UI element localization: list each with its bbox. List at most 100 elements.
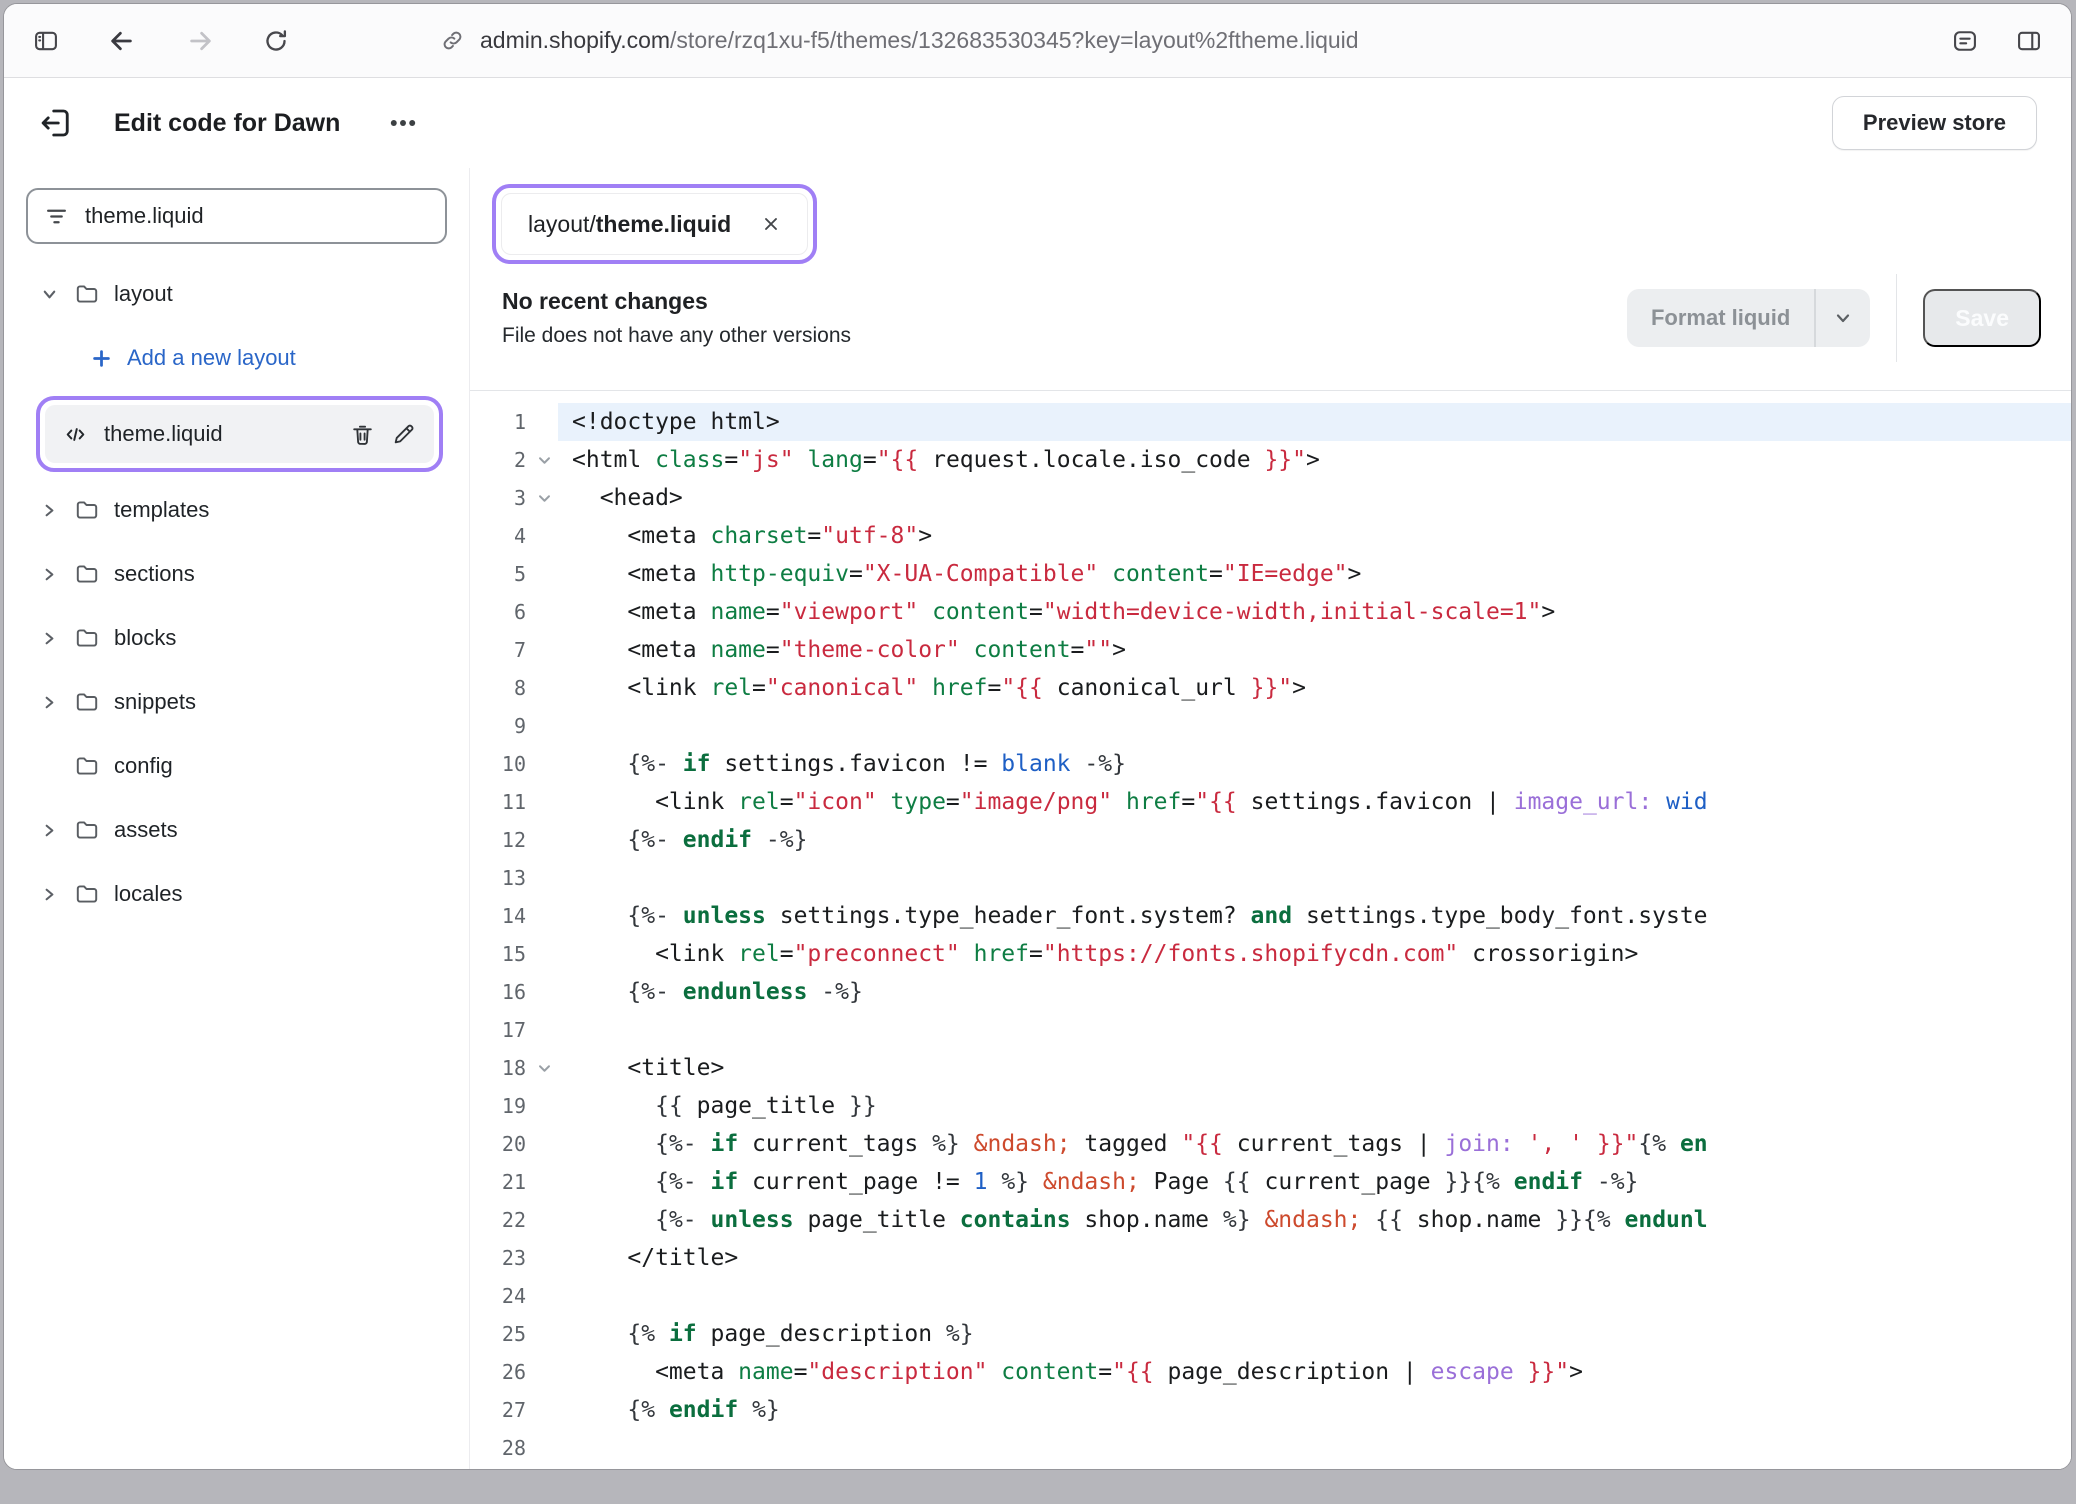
sidebar-item-config[interactable]: config xyxy=(26,734,447,798)
code-line[interactable]: 25 {% if page_description %} xyxy=(470,1315,2071,1353)
chevron-right-icon[interactable] xyxy=(38,565,60,584)
code-line[interactable]: 6 <meta name="viewport" content="width=d… xyxy=(470,593,2071,631)
code-line[interactable]: 16 {%- endunless -%} xyxy=(470,973,2071,1011)
close-icon[interactable] xyxy=(761,214,781,234)
fold-icon[interactable] xyxy=(530,479,558,517)
exit-icon[interactable] xyxy=(38,105,74,141)
code-text[interactable]: {%- if current_tags %} &ndash; tagged "{… xyxy=(558,1125,2071,1163)
code-line[interactable]: 29 {% render 'meta-tags' %} xyxy=(470,1467,2071,1469)
code-line[interactable]: 15 <link rel="preconnect" href="https://… xyxy=(470,935,2071,973)
chevron-right-icon[interactable] xyxy=(38,693,60,712)
code-text[interactable]: {% if page_description %} xyxy=(558,1315,2071,1353)
code-line[interactable]: 18 <title> xyxy=(470,1049,2071,1087)
code-text[interactable]: <meta name="theme-color" content=""> xyxy=(558,631,2071,669)
code-text[interactable]: {{ page_title }} xyxy=(558,1087,2071,1125)
code-text[interactable]: {%- endif -%} xyxy=(558,821,2071,859)
code-line[interactable]: 7 <meta name="theme-color" content=""> xyxy=(470,631,2071,669)
code-line[interactable]: 1<!doctype html> xyxy=(470,403,2071,441)
code-text[interactable]: {%- if settings.favicon != blank -%} xyxy=(558,745,2071,783)
file-search-box[interactable] xyxy=(26,188,447,244)
code-text[interactable]: </title> xyxy=(558,1239,2071,1277)
code-line[interactable]: 23 </title> xyxy=(470,1239,2071,1277)
sidebar-item-theme-liquid[interactable]: theme.liquid xyxy=(45,405,434,463)
code-line[interactable]: 26 <meta name="description" content="{{ … xyxy=(470,1353,2071,1391)
code-line[interactable]: 12 {%- endif -%} xyxy=(470,821,2071,859)
code-text[interactable] xyxy=(558,1277,2071,1315)
fold-icon[interactable] xyxy=(530,1049,558,1087)
code-editor[interactable]: 1<!doctype html>2<html class="js" lang="… xyxy=(470,391,2071,1469)
code-text[interactable]: {%- if current_page != 1 %} &ndash; Page… xyxy=(558,1163,2071,1201)
code-line[interactable]: 9 xyxy=(470,707,2071,745)
code-text[interactable]: {%- unless settings.type_header_font.sys… xyxy=(558,897,2071,935)
preview-store-button[interactable]: Preview store xyxy=(1832,96,2037,150)
chevron-down-icon[interactable] xyxy=(38,285,60,304)
search-input[interactable] xyxy=(85,203,429,229)
code-line[interactable]: 28 xyxy=(470,1429,2071,1467)
code-text[interactable]: <link rel="icon" type="image/png" href="… xyxy=(558,783,2071,821)
code-line[interactable]: 3 <head> xyxy=(470,479,2071,517)
extensions-icon[interactable] xyxy=(1951,27,1979,55)
chevron-down-icon[interactable] xyxy=(1816,289,1870,347)
fold-spacer xyxy=(530,631,558,669)
reload-icon[interactable] xyxy=(262,27,290,55)
code-text[interactable] xyxy=(558,707,2071,745)
sidebar-item-sections[interactable]: sections xyxy=(26,542,447,606)
code-line[interactable]: 20 {%- if current_tags %} &ndash; tagged… xyxy=(470,1125,2071,1163)
chevron-right-icon[interactable] xyxy=(38,501,60,520)
chevron-right-icon[interactable] xyxy=(38,885,60,904)
code-text[interactable]: <title> xyxy=(558,1049,2071,1087)
code-text[interactable]: <meta charset="utf-8"> xyxy=(558,517,2071,555)
sidebar-item-snippets[interactable]: snippets xyxy=(26,670,447,734)
code-text[interactable]: <html class="js" lang="{{ request.locale… xyxy=(558,441,2071,479)
sidebar-item-locales[interactable]: locales xyxy=(26,862,447,926)
code-text[interactable]: <meta http-equiv="X-UA-Compatible" conte… xyxy=(558,555,2071,593)
sidebar-item-assets[interactable]: assets xyxy=(26,798,447,862)
address-bar[interactable]: admin.shopify.com/store/rzq1xu-f5/themes… xyxy=(440,27,1359,54)
pencil-icon[interactable] xyxy=(391,422,416,447)
fold-icon[interactable] xyxy=(530,441,558,479)
code-line[interactable]: 21 {%- if current_page != 1 %} &ndash; P… xyxy=(470,1163,2071,1201)
code-text[interactable] xyxy=(558,859,2071,897)
code-text[interactable]: <!doctype html> xyxy=(558,403,2071,441)
code-text[interactable]: <head> xyxy=(558,479,2071,517)
code-line[interactable]: 19 {{ page_title }} xyxy=(470,1087,2071,1125)
code-text[interactable]: {%- unless page_title contains shop.name… xyxy=(558,1201,2071,1239)
code-line[interactable]: 14 {%- unless settings.type_header_font.… xyxy=(470,897,2071,935)
code-text[interactable] xyxy=(558,1011,2071,1049)
code-text[interactable]: <meta name="description" content="{{ pag… xyxy=(558,1353,2071,1391)
tab-theme-liquid[interactable]: layout/theme.liquid xyxy=(501,193,808,255)
chevron-right-icon[interactable] xyxy=(38,629,60,648)
code-text[interactable]: <link rel="preconnect" href="https://fon… xyxy=(558,935,2071,973)
code-line[interactable]: 5 <meta http-equiv="X-UA-Compatible" con… xyxy=(470,555,2071,593)
code-line[interactable]: 2<html class="js" lang="{{ request.local… xyxy=(470,441,2071,479)
code-line[interactable]: 17 xyxy=(470,1011,2071,1049)
split-view-icon[interactable] xyxy=(2015,27,2043,55)
back-icon[interactable] xyxy=(106,26,136,56)
save-button[interactable]: Save xyxy=(1923,289,2041,347)
code-text[interactable]: {% endif %} xyxy=(558,1391,2071,1429)
code-line[interactable]: 27 {% endif %} xyxy=(470,1391,2071,1429)
sidebar-item-templates[interactable]: templates xyxy=(26,478,447,542)
add-new-layout-button[interactable]: Add a new layout xyxy=(26,326,447,390)
code-text[interactable]: {%- endunless -%} xyxy=(558,973,2071,1011)
code-line[interactable]: 11 <link rel="icon" type="image/png" hre… xyxy=(470,783,2071,821)
code-text[interactable]: <link rel="canonical" href="{{ canonical… xyxy=(558,669,2071,707)
code-line[interactable]: 22 {%- unless page_title contains shop.n… xyxy=(470,1201,2071,1239)
code-text[interactable]: <meta name="viewport" content="width=dev… xyxy=(558,593,2071,631)
sidebar-item-blocks[interactable]: blocks xyxy=(26,606,447,670)
code-line[interactable]: 4 <meta charset="utf-8"> xyxy=(470,517,2071,555)
forward-icon[interactable] xyxy=(186,26,216,56)
sidebar-toggle-icon[interactable] xyxy=(32,27,60,55)
format-liquid-button[interactable]: Format liquid xyxy=(1627,289,1870,347)
trash-icon[interactable] xyxy=(350,422,375,447)
code-line[interactable]: 8 <link rel="canonical" href="{{ canonic… xyxy=(470,669,2071,707)
code-text[interactable]: {% render 'meta-tags' %} xyxy=(558,1467,2071,1469)
chevron-right-icon[interactable] xyxy=(38,821,60,840)
sidebar-item-layout[interactable]: layout xyxy=(26,262,447,326)
more-actions-icon[interactable] xyxy=(386,106,420,140)
code-line[interactable]: 13 xyxy=(470,859,2071,897)
code-line[interactable]: 10 {%- if settings.favicon != blank -%} xyxy=(470,745,2071,783)
code-text[interactable] xyxy=(558,1429,2071,1467)
code-line[interactable]: 24 xyxy=(470,1277,2071,1315)
line-number: 11 xyxy=(470,783,530,821)
